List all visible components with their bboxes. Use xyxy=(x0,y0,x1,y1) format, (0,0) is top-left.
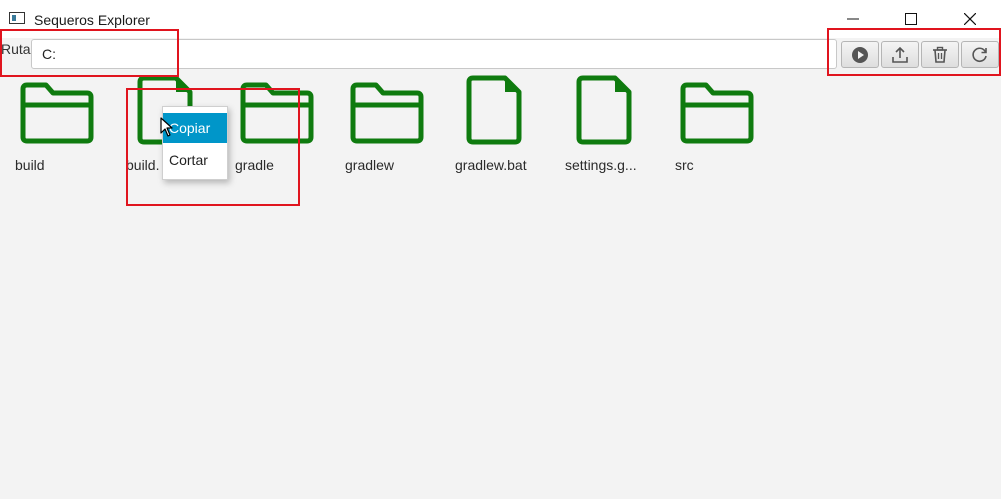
maximize-button[interactable] xyxy=(888,6,934,32)
minimize-icon xyxy=(847,18,859,20)
mouse-cursor-icon xyxy=(160,117,173,137)
file-icon xyxy=(466,75,522,145)
file-label: build. xyxy=(126,157,160,173)
file-label: src xyxy=(675,157,694,173)
folder-icon xyxy=(680,82,754,144)
app-icon xyxy=(9,12,25,24)
folder-icon xyxy=(350,82,424,144)
folder-icon xyxy=(240,82,314,144)
refresh-icon xyxy=(972,47,987,62)
delete-button[interactable] xyxy=(921,41,959,68)
trash-icon xyxy=(933,46,947,63)
upload-icon xyxy=(892,46,908,63)
menu-item-cortar[interactable]: Cortar xyxy=(163,145,227,175)
title-bar: Sequeros Explorer xyxy=(0,0,1001,38)
file-label: gradlew xyxy=(345,157,395,173)
path-input[interactable] xyxy=(31,39,837,69)
file-label: gradlew.bat xyxy=(455,157,527,173)
file-item-gradlew-bat[interactable]: gradlew.bat xyxy=(455,75,551,185)
minimize-button[interactable] xyxy=(830,6,876,32)
maximize-icon xyxy=(905,13,917,25)
refresh-button[interactable] xyxy=(961,41,999,68)
file-label: build xyxy=(15,157,45,173)
file-icon xyxy=(576,75,632,145)
file-item-gradlew[interactable]: gradlew xyxy=(345,75,441,185)
close-button[interactable] xyxy=(947,6,993,32)
file-item-src[interactable]: src xyxy=(675,75,771,185)
run-button[interactable] xyxy=(841,41,879,68)
path-label: Ruta xyxy=(1,41,31,57)
folder-icon xyxy=(20,82,94,144)
upload-button[interactable] xyxy=(881,41,919,68)
close-icon xyxy=(964,13,976,25)
file-item-build[interactable]: build xyxy=(15,75,111,185)
toolbar: Ruta xyxy=(0,38,1001,74)
file-item-gradle[interactable]: gradle xyxy=(235,75,331,185)
window-title: Sequeros Explorer xyxy=(34,12,150,28)
file-label: settings.g... xyxy=(565,157,637,173)
file-label: gradle xyxy=(235,157,274,173)
play-circle-icon xyxy=(852,46,868,63)
file-item-settings[interactable]: settings.g... xyxy=(565,75,661,185)
